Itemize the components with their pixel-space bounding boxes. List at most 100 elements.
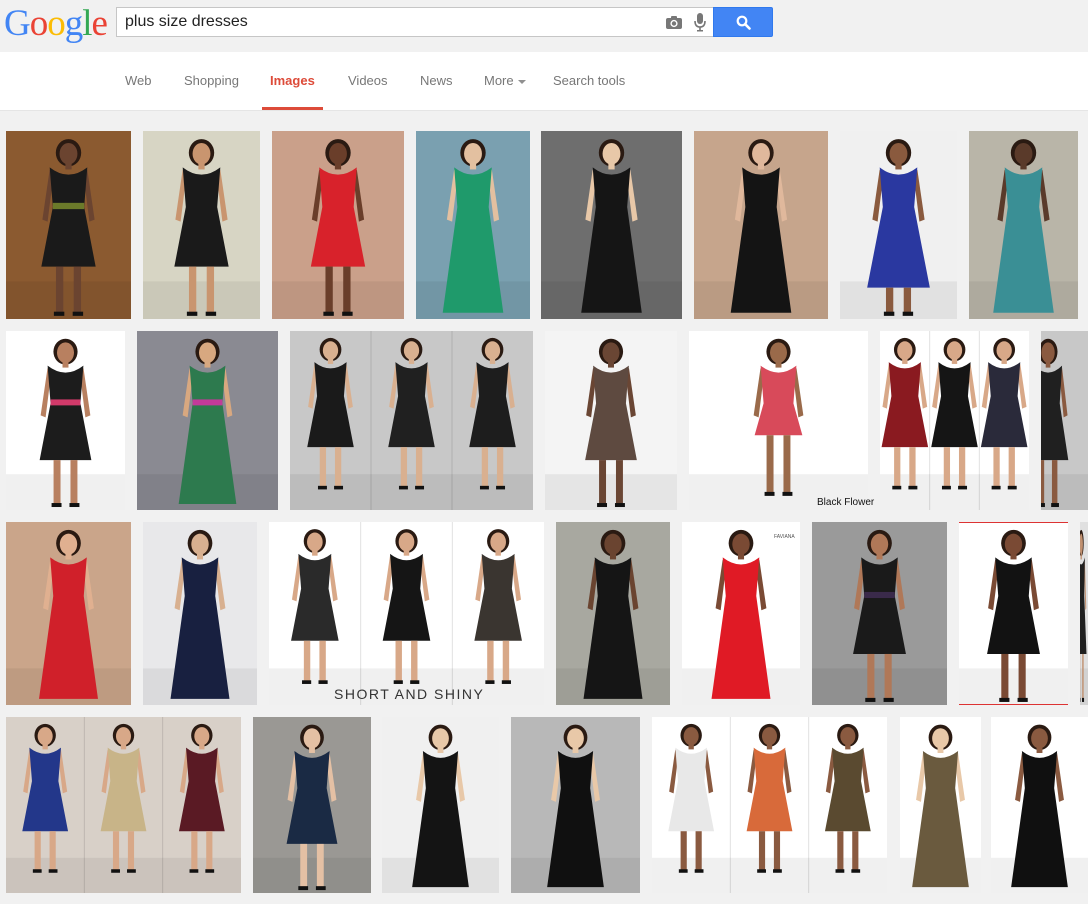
shoe-shape (835, 869, 845, 873)
image-result-thumbnail[interactable] (272, 131, 404, 319)
image-result-thumbnail[interactable] (991, 717, 1088, 893)
image-result-thumbnail[interactable] (880, 331, 1029, 510)
shoe-shape (205, 311, 217, 316)
neck-shape (895, 161, 902, 170)
search-input[interactable] (125, 11, 655, 33)
camera-icon[interactable] (665, 14, 683, 30)
neck-shape (42, 742, 48, 750)
tab-news[interactable]: News (420, 52, 453, 110)
tab-web[interactable]: Web (125, 52, 152, 110)
image-result-thumbnail[interactable] (6, 717, 241, 893)
neck-shape (688, 742, 694, 750)
shoe-shape (32, 869, 42, 873)
tab-more[interactable]: More (484, 52, 526, 110)
image-result-thumbnail[interactable] (416, 131, 530, 319)
neck-shape (312, 548, 318, 556)
neck-shape (1080, 551, 1082, 560)
dress-photo (6, 131, 131, 319)
logo-letter: g (64, 3, 83, 44)
frame-line (959, 704, 1068, 705)
image-result-thumbnail[interactable] (556, 522, 670, 705)
leg-shape (894, 447, 901, 489)
photo-floor (959, 668, 1068, 705)
shoe-shape (892, 485, 902, 490)
dress-photo (511, 717, 640, 893)
neck-shape (757, 161, 765, 170)
shoe-shape (393, 680, 403, 684)
leg-shape (188, 266, 197, 315)
neck-shape (609, 551, 617, 560)
image-result-thumbnail[interactable] (545, 331, 677, 510)
leg-shape (487, 640, 494, 684)
image-result-thumbnail[interactable] (969, 131, 1078, 319)
neck-shape (204, 359, 211, 368)
image-result-thumbnail[interactable] (382, 717, 499, 893)
neck-shape (608, 359, 614, 368)
image-result-thumbnail[interactable] (682, 522, 800, 705)
image-result-thumbnail[interactable] (689, 331, 868, 510)
leg-shape (867, 653, 875, 701)
neck-shape (327, 356, 334, 364)
photo-floor (1041, 474, 1088, 510)
top-bar: Google (0, 0, 1088, 52)
image-result-thumbnail[interactable] (290, 331, 533, 510)
dress-photo (1080, 522, 1088, 705)
image-result-thumbnail[interactable] (652, 717, 887, 893)
dress-photo (900, 717, 981, 893)
leg-shape (884, 653, 892, 701)
tab-videos[interactable]: Videos (348, 52, 388, 110)
image-result-thumbnail[interactable] (511, 717, 640, 893)
image-result-thumbnail[interactable] (6, 131, 131, 319)
leg-shape (395, 640, 402, 684)
image-result-thumbnail[interactable] (840, 131, 957, 319)
tab-images[interactable]: Images (262, 52, 323, 110)
dress-photo (840, 131, 957, 319)
image-caption: SHORT AND SHINY (334, 686, 485, 702)
leg-shape (411, 640, 418, 684)
image-result-thumbnail[interactable] (6, 522, 131, 705)
dress-photo (880, 331, 1029, 510)
shoe-shape (111, 869, 120, 873)
image-result-thumbnail[interactable] (694, 131, 828, 319)
neck-shape (876, 551, 883, 560)
image-result-thumbnail[interactable] (541, 131, 682, 319)
shoe-shape (851, 869, 861, 873)
search-button[interactable] (713, 7, 773, 37)
image-result-thumbnail[interactable] (143, 131, 260, 319)
image-result-thumbnail[interactable] (900, 717, 981, 893)
leg-shape (1018, 653, 1026, 701)
dress-photo (143, 522, 257, 705)
leg-shape (943, 447, 951, 489)
dress-photo (416, 131, 530, 319)
image-result-thumbnail[interactable] (143, 522, 257, 705)
leg-shape (343, 266, 351, 315)
neck-shape (1010, 551, 1017, 560)
tab-search-tools[interactable]: Search tools (553, 52, 625, 110)
leg-shape (773, 831, 781, 872)
shoe-shape (1007, 485, 1017, 490)
leg-shape (837, 831, 844, 872)
neck-shape (495, 548, 501, 556)
leg-shape (783, 435, 791, 495)
belt-shape (192, 399, 223, 406)
shoe-shape (597, 503, 608, 508)
brand-logo-mark: FAVIANA (774, 534, 795, 540)
neck-shape (437, 745, 444, 753)
image-result-thumbnail[interactable] (812, 522, 947, 705)
image-result-thumbnail[interactable] (137, 331, 278, 510)
image-result-thumbnail[interactable] (253, 717, 371, 893)
google-logo[interactable]: Google (4, 3, 108, 44)
image-result-thumbnail[interactable] (1041, 331, 1088, 510)
chevron-down-icon (517, 79, 526, 84)
leg-shape (852, 831, 859, 872)
shoe-shape (678, 869, 688, 873)
neck-shape (1045, 359, 1051, 368)
image-result-thumbnail[interactable] (6, 331, 125, 510)
microphone-icon[interactable] (693, 12, 707, 32)
image-result-thumbnail[interactable] (1080, 522, 1088, 705)
image-result-thumbnail[interactable] (269, 522, 544, 705)
shoe-shape (614, 503, 625, 508)
leg-shape (993, 447, 1000, 489)
tab-shopping[interactable]: Shopping (184, 52, 239, 110)
image-result-thumbnail[interactable] (959, 522, 1068, 705)
